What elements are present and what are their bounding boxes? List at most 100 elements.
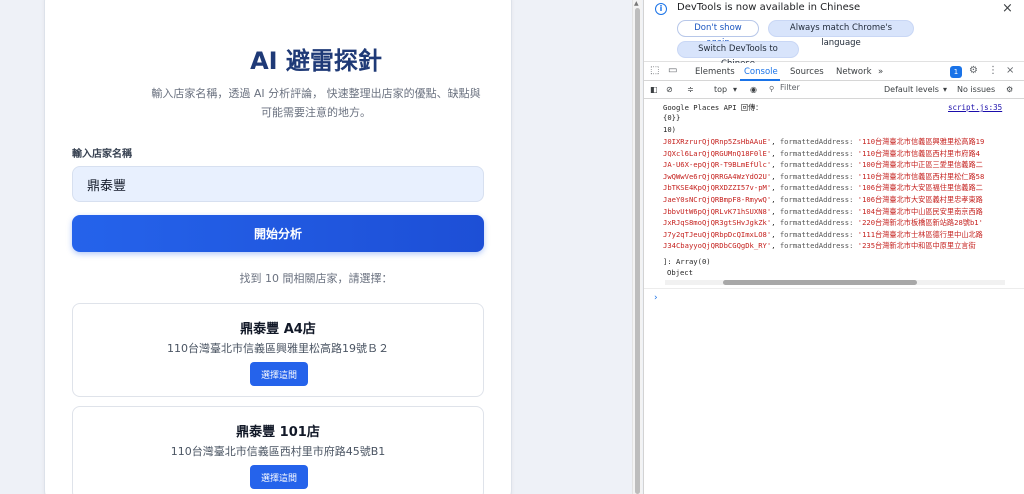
result-store-address: 110台灣臺北市信義區西村里市府路45號B1 xyxy=(170,445,386,458)
tab-sources[interactable]: Sources xyxy=(790,67,824,77)
formatted-address-value: '106台灣臺北市大安區福住里信義路二 xyxy=(857,183,983,193)
formatted-address-value: '104台灣臺北市中山區民安里南京西路 xyxy=(857,206,983,216)
formatted-address-value: '220台灣新北市板橋區新站路28號b1' xyxy=(857,218,983,228)
formatted-address-key: formattedAddress: xyxy=(779,206,854,216)
console-settings-gear-icon[interactable]: ⚙ xyxy=(1006,85,1013,94)
place-id: J0IXRzrurQjQRnp5ZsHbAAuE' xyxy=(663,137,772,146)
formatted-address-key: formattedAddress: xyxy=(779,183,854,193)
result-store-address: 110台灣臺北市信義區興雅里松高路19號Ｂ２ xyxy=(167,342,389,355)
formatted-address-key: formattedAddress: xyxy=(779,195,854,204)
tab-console[interactable]: Console xyxy=(744,67,778,77)
settings-gear-icon[interactable]: ⚙ xyxy=(969,65,978,76)
console-output: Google Places API 回傳： script.js:35 {0}} … xyxy=(644,100,1024,494)
log-row[interactable]: J7y2qTJeuQjQRbpDcQImxLO8', formattedAddr… xyxy=(663,230,983,240)
issues-status[interactable]: No issues xyxy=(957,85,995,94)
devtools-panel: i DevTools is now available in Chinese ×… xyxy=(643,0,1024,494)
description-line-2: 可能需要注意的地方。 xyxy=(261,106,371,119)
log-levels-dropdown[interactable]: Default levels xyxy=(884,85,939,94)
levels-dropdown-icon[interactable]: ▾ xyxy=(943,85,947,94)
result-card: 鼎泰豐 101店 110台灣臺北市信義區西村里市府路45號B1 選擇這間 xyxy=(72,406,484,494)
language-infobar: i DevTools is now available in Chinese ×… xyxy=(644,0,1024,69)
select-store-button[interactable]: 選擇這間 xyxy=(250,465,308,489)
formatted-address-key: formattedAddress: xyxy=(779,229,854,239)
log-array-count[interactable]: 10) xyxy=(663,125,676,134)
switch-language-button[interactable]: Switch DevTools to Chinese xyxy=(677,41,799,69)
tab-network[interactable]: Network xyxy=(836,67,872,77)
log-object-open[interactable]: {0}} xyxy=(663,113,685,122)
place-id: J34CbayyoQjQRDbCGQgDk_RY' xyxy=(663,241,772,251)
close-devtools-icon[interactable]: × xyxy=(1006,65,1014,76)
more-options-icon[interactable]: ⋮ xyxy=(988,65,998,76)
formatted-address-key: formattedAddress: xyxy=(779,148,854,158)
console-horizontal-scrollbar[interactable] xyxy=(665,280,1005,285)
scroll-up-arrow-icon[interactable]: ▲ xyxy=(634,0,639,7)
log-row[interactable]: J34CbayyoQjQRDbCGQgDk_RY', formattedAddr… xyxy=(663,241,976,251)
place-id: JaeY0sNCrQjQRBmpF8-RmywQ' xyxy=(663,195,772,204)
live-expression-eye-icon[interactable]: ◉ xyxy=(750,85,757,94)
formatted-address-value: '110台灣臺北市信義區西村里市府路4 xyxy=(857,148,981,158)
log-row[interactable]: JaeY0sNCrQjQRBmpF8-RmywQ', formattedAddr… xyxy=(663,195,983,205)
close-icon[interactable]: × xyxy=(1002,1,1013,16)
formatted-address-key: formattedAddress: xyxy=(779,137,854,146)
match-language-button[interactable]: Always match Chrome's language xyxy=(768,20,914,48)
store-name-label: 輸入店家名稱 xyxy=(72,149,132,160)
context-dropdown-icon[interactable]: ▾ xyxy=(733,85,737,94)
info-icon: i xyxy=(655,3,667,15)
formatted-address-value: '100台灣臺北市中正區三愛里信義路二 xyxy=(857,160,983,170)
tab-elements[interactable]: Elements xyxy=(695,67,735,77)
description-line-1: 輸入店家名稱，透過 AI 分析評論， 快速整理出店家的優點、缺點與 xyxy=(151,87,481,100)
page-scrollbar[interactable]: ▲ xyxy=(632,0,642,494)
place-id: J7y2qTJeuQjQRbpDcQImxLO8' xyxy=(663,229,772,239)
formatted-address-value: '110台灣臺北市信義區興雅里松高路19 xyxy=(857,137,985,146)
inspect-element-icon[interactable]: ⬚ xyxy=(650,65,659,76)
more-tabs-icon[interactable]: » xyxy=(878,67,883,77)
devtools-tabbar: ⬚ ▭ Elements Console Sources Network » 1… xyxy=(644,63,1024,81)
log-object-line[interactable]: Object xyxy=(667,268,693,277)
log-row[interactable]: JbbvUtW6pQjQRLvK71hSUXN8', formattedAddr… xyxy=(663,207,983,217)
active-tab-indicator xyxy=(740,79,780,81)
page-title: AI 避雷探針 xyxy=(250,47,382,75)
sidebar-toggle-icon[interactable]: ◧ xyxy=(650,85,658,94)
filter-settings-icon[interactable]: ≑ xyxy=(687,85,694,94)
store-name-input[interactable] xyxy=(72,166,484,202)
formatted-address-value: '235台灣新北市中和區中原里立言街 xyxy=(857,241,976,251)
page-scrollbar-thumb[interactable] xyxy=(635,8,640,494)
result-card: 鼎泰豐 A4店 110台灣臺北市信義區興雅里松高路19號Ｂ２ 選擇這間 xyxy=(72,303,484,397)
formatted-address-value: '106台灣臺北市大安區義村里忠孝東路 xyxy=(857,195,983,204)
source-link[interactable]: script.js:35 xyxy=(948,103,1002,112)
place-id: JxRJqS8moQjQR3gtSHvJgkZk' xyxy=(663,218,772,228)
log-header: Google Places API 回傳： xyxy=(663,103,763,112)
log-row[interactable]: J0IXRzrurQjQRnp5ZsHbAAuE', formattedAddr… xyxy=(663,137,984,147)
console-scrollbar-thumb[interactable] xyxy=(723,280,917,285)
formatted-address-key: formattedAddress: xyxy=(779,171,854,181)
result-store-name: 鼎泰豐 101店 xyxy=(236,425,320,440)
console-toolbar: ◧ ⊘ ≑ top ▾ ◉ ⚲ Filter Default levels ▾ … xyxy=(644,82,1024,99)
log-row[interactable]: JbTKSE4KpQjQRXDZZI57v-pM', formattedAddr… xyxy=(663,183,983,193)
analyze-button[interactable]: 開始分析 xyxy=(72,215,484,252)
results-count-text: 找到 10 間相關店家，請選擇： xyxy=(239,272,393,285)
log-row[interactable]: JwQWwVe6rQjQRRGA4WzYdO2U', formattedAddr… xyxy=(663,172,984,182)
issues-badge[interactable]: 1 xyxy=(950,66,962,78)
app-page: AI 避雷探針 輸入店家名稱，透過 AI 分析評論， 快速整理出店家的優點、缺點… xyxy=(0,0,632,494)
formatted-address-key: formattedAddress: xyxy=(779,160,854,170)
place-id: JA-U6X-epQjQR-T9BLmEfUlc' xyxy=(663,160,772,170)
formatted-address-value: '110台灣臺北市信義區西村里松仁路58 xyxy=(857,171,985,181)
log-row[interactable]: JQXcl6LarQjQRGUMnQ18F0lE', formattedAddr… xyxy=(663,149,980,159)
context-selector[interactable]: top xyxy=(714,85,727,94)
select-store-button[interactable]: 選擇這間 xyxy=(250,362,308,386)
clear-console-icon[interactable]: ⊘ xyxy=(666,85,673,94)
dont-show-again-button[interactable]: Don't show again xyxy=(677,20,759,48)
place-id: JQXcl6LarQjQRGUMnQ18F0lE' xyxy=(663,148,772,158)
console-divider xyxy=(644,288,1024,289)
log-row[interactable]: JA-U6X-epQjQR-T9BLmEfUlc', formattedAddr… xyxy=(663,160,983,170)
console-filter-input[interactable]: Filter xyxy=(767,83,877,97)
console-prompt-icon[interactable]: › xyxy=(653,293,658,303)
result-store-name: 鼎泰豐 A4店 xyxy=(240,322,316,337)
device-toolbar-icon[interactable]: ▭ xyxy=(668,65,677,76)
formatted-address-value: '111台灣臺北市士林區德行里中山北路 xyxy=(857,229,983,239)
infobar-message: DevTools is now available in Chinese xyxy=(677,2,861,13)
log-array-line[interactable]: ]: Array(0) xyxy=(663,257,711,266)
log-row[interactable]: JxRJqS8moQjQR3gtSHvJgkZk', formattedAddr… xyxy=(663,218,983,228)
place-id: JbbvUtW6pQjQRLvK71hSUXN8' xyxy=(663,206,772,216)
formatted-address-key: formattedAddress: xyxy=(779,218,854,228)
